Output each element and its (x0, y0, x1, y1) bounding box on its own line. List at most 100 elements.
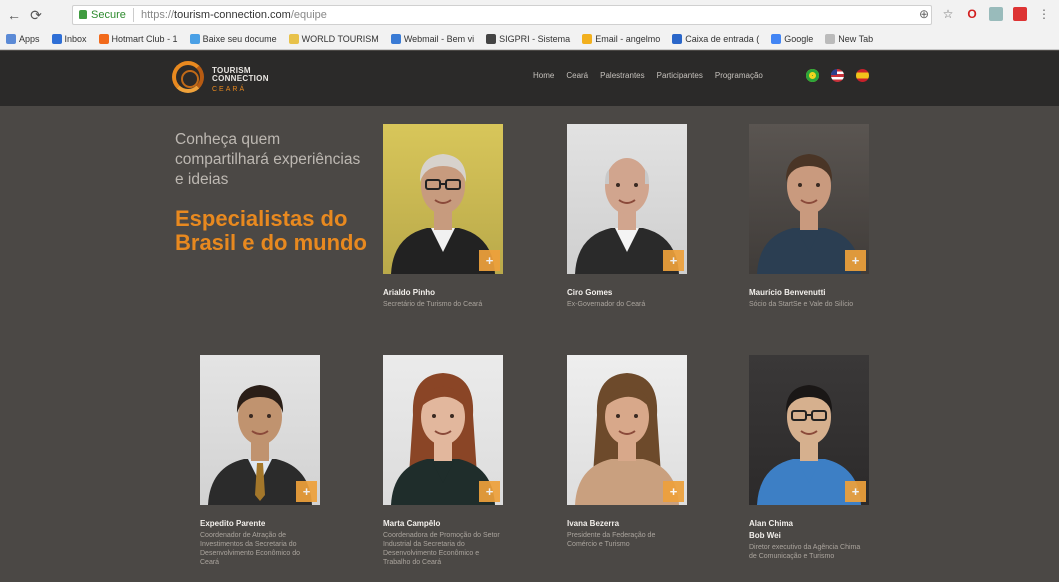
speaker-role: Secretário de Turismo do Ceará (383, 301, 483, 308)
address-bar-row: ← ⟳ Secure https://tourism-connection.co… (0, 4, 1059, 28)
flag-usa-icon[interactable] (831, 69, 844, 82)
speaker-role: Presidente da Federação de Comércio e Tu… (567, 532, 656, 548)
speaker-photo[interactable]: + (567, 124, 687, 274)
nav-item[interactable]: Palestrantes (600, 71, 644, 80)
extension-red-icon[interactable] (1013, 7, 1027, 21)
speaker-role: Diretor executivo da Agência Chima de Co… (749, 544, 861, 560)
speaker-card[interactable]: + Marta Campêlo Coordenadora de Promoção d… (383, 355, 503, 567)
plus-icon[interactable]: + (845, 250, 866, 271)
speaker-photo[interactable]: + (749, 124, 869, 274)
bookmarks-bar: Apps Inbox Hotmart Club - 1 Baixe seu docum… (0, 30, 1059, 48)
main-nav: Home Ceará Palestrantes Participantes Progra… (533, 71, 763, 80)
bookmark-item[interactable]: Apps (6, 34, 40, 44)
speaker-card[interactable]: + Maurício Benvenutti Sócio da StartSe e V… (749, 124, 869, 309)
bookmark-label: Email - angelmo (595, 34, 661, 44)
plus-icon[interactable]: + (845, 481, 866, 502)
opera-icon[interactable]: O (965, 7, 979, 21)
bookmark-label: WORLD TOURISM (301, 34, 379, 44)
bookmark-favicon-icon (582, 34, 593, 44)
bookmark-label: Inbox (64, 34, 87, 44)
nav-item[interactable]: Participantes (657, 71, 703, 80)
language-switcher (806, 69, 869, 82)
browser-chrome: ← ⟳ Secure https://tourism-connection.co… (0, 0, 1059, 50)
reload-icon[interactable]: ⟳ (28, 6, 44, 24)
extension-icon[interactable] (989, 7, 1003, 21)
speaker-name: Ciro Gomes (567, 288, 613, 297)
speaker-card[interactable]: + Ivana Bezerra Presidente da Federação de… (567, 355, 687, 549)
bookmark-favicon-icon (189, 34, 200, 44)
plus-icon[interactable]: + (479, 481, 500, 502)
bookmark-favicon-icon (825, 34, 836, 44)
speaker-name: Alan Chima (749, 519, 794, 528)
plus-icon[interactable]: + (479, 250, 500, 271)
speaker-role: Sócio da StartSe e Vale do Silício (749, 301, 854, 308)
menu-icon[interactable]: ⋮ (1037, 7, 1051, 21)
bookmark-item[interactable]: Webmail - Bem vi (390, 34, 475, 44)
page-headline: Especialistas do Brasil e do mundo (175, 206, 367, 255)
speaker-role: Coordenadora de Promoção do Setor Indust… (383, 532, 500, 566)
speaker-photo[interactable]: + (749, 355, 869, 505)
flag-spain-icon[interactable] (856, 69, 869, 82)
bookmark-label: Baixe seu docume (202, 34, 277, 44)
bookmark-favicon-icon (771, 34, 782, 44)
site-logo[interactable]: TOURISM CONNECTION CEARÁ (172, 61, 292, 95)
speaker-card[interactable]: + Expedito Parente Coordenador de Atração … (200, 355, 320, 567)
bookmark-item[interactable]: New Tab (825, 34, 873, 44)
bookmark-item[interactable]: Hotmart Club - 1 (98, 34, 178, 44)
nav-item[interactable]: Programação (715, 71, 763, 80)
speaker-photo[interactable]: + (567, 355, 687, 505)
url-input[interactable]: Secure https://tourism-connection.com/eq… (72, 5, 932, 25)
bookmark-label: Hotmart Club - 1 (111, 34, 178, 44)
speaker-name: Arialdo Pinho (383, 288, 435, 297)
speaker-name: Maurício Benvenutti (749, 288, 826, 297)
nav-item[interactable]: Ceará (566, 71, 588, 80)
speaker-name: Expedito Parente (200, 519, 266, 528)
secure-label: Secure (91, 9, 126, 21)
intro-text: Conheça quem compartilhará experiências … (175, 131, 361, 188)
plus-icon[interactable]: + (296, 481, 317, 502)
plus-icon[interactable]: + (663, 481, 684, 502)
speaker-card[interactable]: + Ciro Gomes Ex-Governador do Ceará (567, 124, 687, 309)
bookmark-label: Caixa de entrada ( (685, 34, 760, 44)
bookmark-label: New Tab (838, 34, 874, 44)
bookmark-item[interactable]: WORLD TOURISM (288, 34, 379, 44)
extension-area: ⊕ ☆ O ⋮ (917, 7, 1051, 21)
bookmark-item[interactable]: Inbox (51, 34, 87, 44)
flag-brazil-icon[interactable] (806, 69, 819, 82)
bookmark-item[interactable]: Email - angelmo (582, 34, 660, 44)
speaker-photo[interactable]: + (200, 355, 320, 505)
bookmark-label: Apps (19, 34, 40, 44)
speaker-card[interactable]: + Alan Chima Bob Wei Diretor executivo da A… (749, 355, 869, 561)
omnibox-divider (133, 8, 134, 22)
bookmark-favicon-icon (390, 34, 401, 44)
bookmark-favicon-icon (98, 34, 109, 44)
speaker-photo[interactable]: + (383, 355, 503, 505)
bookmark-item[interactable]: Caixa de entrada ( (672, 34, 759, 44)
speaker-card[interactable]: + Arialdo Pinho Secretário de Turismo do C… (383, 124, 503, 309)
bookmark-label: SIGPRI - Sistema (499, 34, 571, 44)
logo-subtitle: CEARÁ (212, 86, 247, 93)
speaker-subtitle: Bob Wei (749, 531, 781, 540)
speaker-name: Ivana Bezerra (567, 519, 620, 528)
nav-item[interactable]: Home (533, 71, 554, 80)
logo-ring-icon (172, 61, 204, 93)
bookmark-favicon-icon (288, 34, 299, 44)
bookmark-item[interactable]: SIGPRI - Sistema (486, 34, 570, 44)
back-icon[interactable]: ← (6, 6, 22, 24)
zoom-icon[interactable]: ⊕ (917, 7, 931, 21)
plus-icon[interactable]: + (663, 250, 684, 271)
speaker-photo[interactable]: + (383, 124, 503, 274)
star-icon[interactable]: ☆ (941, 7, 955, 21)
bookmark-favicon-icon (6, 34, 16, 44)
lock-icon (79, 10, 87, 19)
bookmark-favicon-icon (672, 34, 683, 44)
bookmark-label: Webmail - Bem vi (403, 34, 475, 44)
speaker-name: Marta Campêlo (383, 519, 441, 528)
bookmark-item[interactable]: Baixe seu docume (189, 34, 277, 44)
url-text: https://tourism-connection.com/equipe (141, 9, 327, 21)
speaker-role: Ex-Governador do Ceará (567, 301, 646, 308)
bookmark-label: Google (784, 34, 814, 44)
logo-text: TOURISM CONNECTION (212, 66, 269, 83)
bookmark-item[interactable]: Google (771, 34, 813, 44)
bookmark-favicon-icon (486, 34, 497, 44)
